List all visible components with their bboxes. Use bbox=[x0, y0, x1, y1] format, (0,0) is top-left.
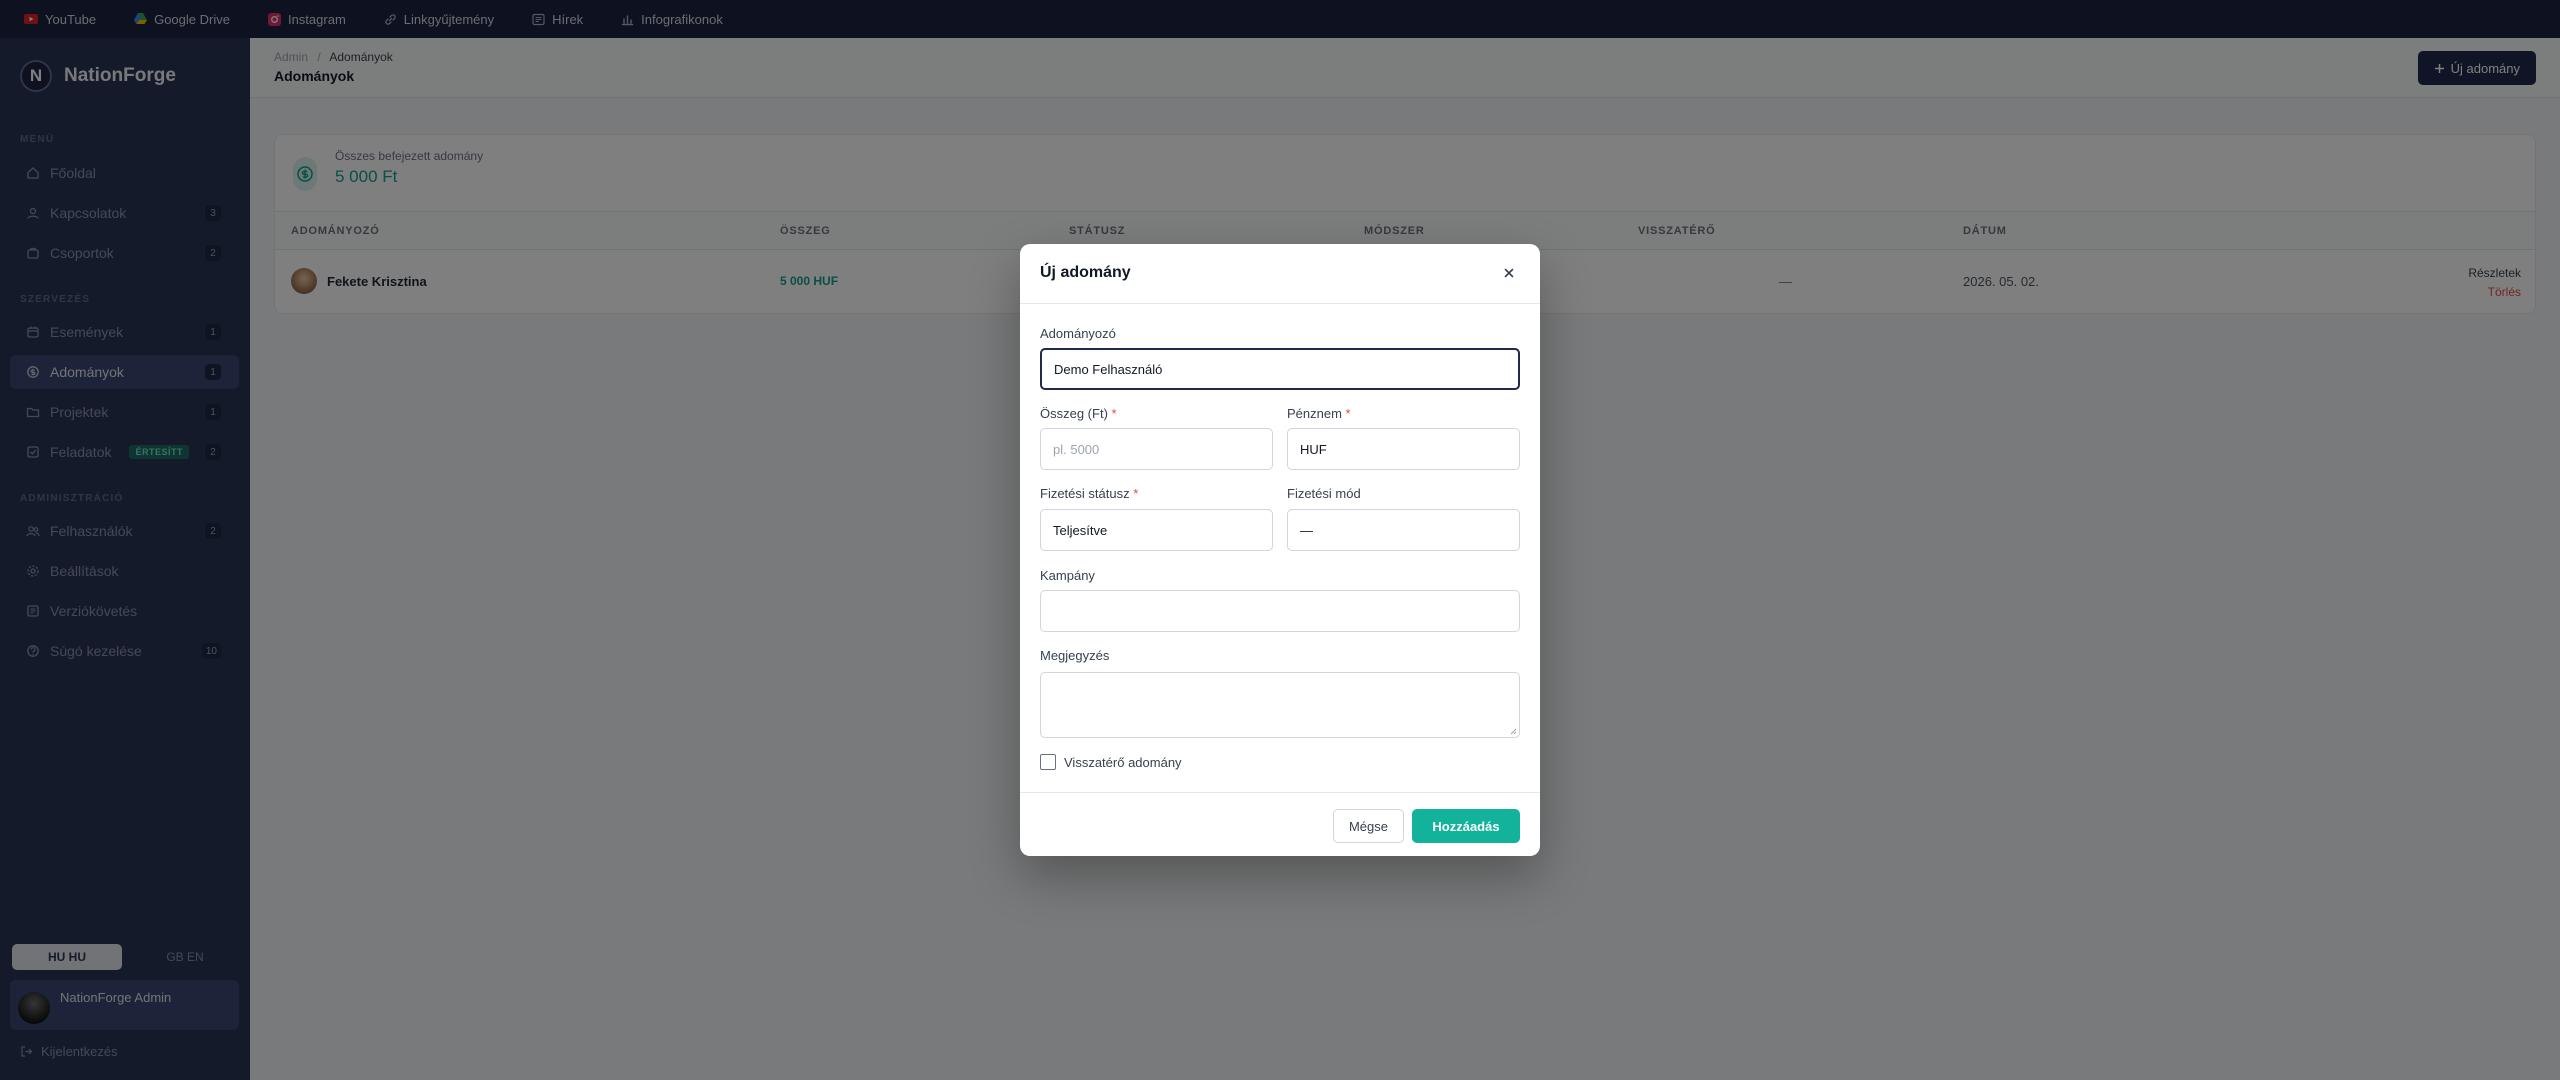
note-label: Megjegyzés bbox=[1040, 648, 1110, 663]
amount-label: Összeg (Ft) * bbox=[1040, 406, 1117, 421]
payment-method-select[interactable]: — bbox=[1287, 509, 1520, 551]
donor-field[interactable]: Demo Felhasználó bbox=[1040, 348, 1520, 390]
required-mark: * bbox=[1133, 486, 1139, 501]
recurring-checkbox-row[interactable]: Visszatérő adomány bbox=[1040, 754, 1182, 770]
dialog-header: Új adomány bbox=[1020, 244, 1540, 304]
cancel-button[interactable]: Mégse bbox=[1332, 809, 1404, 843]
payment-method-label: Fizetési mód bbox=[1287, 486, 1361, 501]
new-donation-dialog: Új adomány Adományozó Demo Felhasználó Ö… bbox=[1020, 244, 1540, 856]
close-button[interactable] bbox=[1500, 264, 1518, 282]
currency-label: Pénznem * bbox=[1287, 406, 1351, 421]
amount-label-text: Összeg (Ft) bbox=[1040, 406, 1108, 421]
note-textarea[interactable] bbox=[1040, 672, 1520, 738]
required-mark: * bbox=[1345, 406, 1351, 421]
currency-label-text: Pénznem bbox=[1287, 406, 1342, 421]
payment-status-select[interactable]: Teljesítve bbox=[1040, 509, 1273, 551]
campaign-label: Kampány bbox=[1040, 568, 1095, 583]
dialog-title: Új adomány bbox=[1040, 264, 1131, 281]
required-mark: * bbox=[1111, 406, 1117, 421]
recurring-checkbox-label: Visszatérő adomány bbox=[1064, 754, 1182, 770]
dialog-footer: Mégse Hozzáadás bbox=[1020, 792, 1540, 856]
submit-button[interactable]: Hozzáadás bbox=[1412, 809, 1520, 843]
payment-status-label-text: Fizetési státusz bbox=[1040, 486, 1130, 501]
currency-field[interactable]: HUF bbox=[1287, 428, 1520, 470]
resize-handle-icon bbox=[1510, 728, 1517, 735]
donor-label: Adományozó bbox=[1040, 326, 1116, 341]
recurring-checkbox[interactable] bbox=[1040, 754, 1056, 770]
close-icon bbox=[1504, 268, 1514, 278]
campaign-field[interactable] bbox=[1040, 590, 1520, 632]
amount-field[interactable]: pl. 5000 bbox=[1040, 428, 1273, 470]
payment-status-label: Fizetési státusz * bbox=[1040, 486, 1138, 501]
